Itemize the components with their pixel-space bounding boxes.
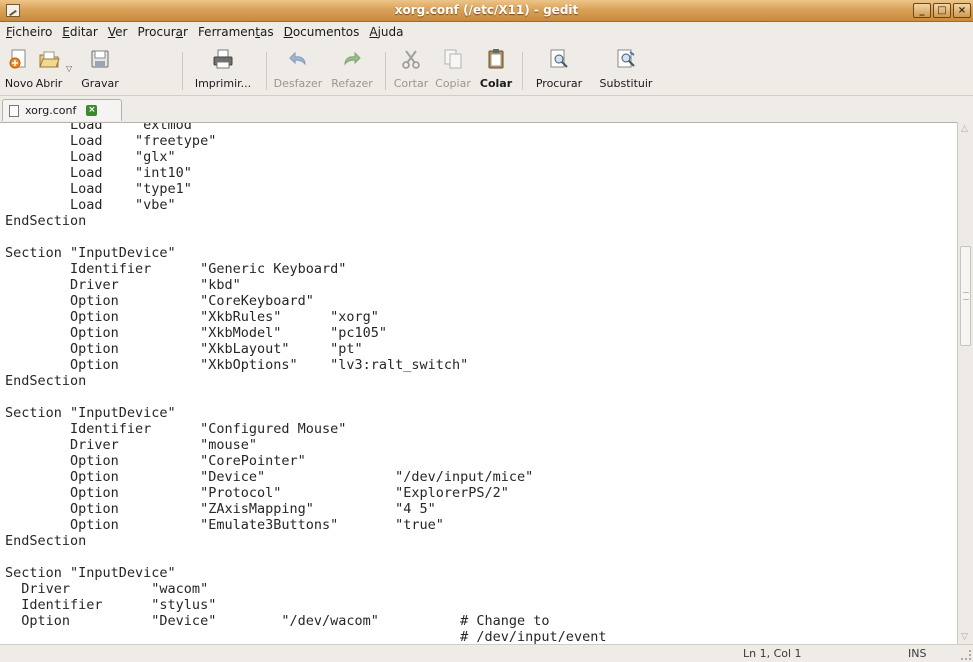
tab-close-icon[interactable]: × — [86, 105, 98, 116]
insert-mode: INS — [908, 647, 927, 660]
clipboard-icon — [485, 48, 507, 70]
code-line: EndSection — [5, 373, 87, 389]
text-file-icon — [9, 104, 19, 117]
code-line: Option "Device" "/dev/input/mice" — [5, 469, 534, 485]
code-line: Driver "kbd" — [5, 277, 241, 293]
toolbar-separator — [182, 52, 183, 90]
code-line: Load "freetype" — [5, 133, 217, 149]
code-line: Option "Device" "/dev/wacom" # Change to — [5, 613, 550, 629]
minimize-button[interactable]: _ — [913, 3, 931, 18]
window-title: xorg.conf (/etc/X11) - gedit — [394, 3, 579, 17]
scrollbar-thumb[interactable] — [960, 246, 971, 346]
status-bar: Ln 1, Col 1 INS — [0, 644, 973, 662]
scrollbar-grip-icon — [963, 292, 969, 300]
code-line: Load "extmod" — [5, 122, 201, 133]
code-line: Option "Protocol" "ExplorerPS/2" — [5, 485, 509, 501]
undo-button[interactable]: Desfazer — [273, 48, 323, 94]
menu-ficheiro[interactable]: Ficheiro — [6, 25, 60, 39]
menu-ajuda[interactable]: Ajuda — [369, 25, 411, 39]
code-line: Option "XkbOptions" "lv3:ralt_switch" — [5, 357, 469, 373]
code-line: Identifier "stylus" — [5, 597, 217, 613]
save-button[interactable]: Gravar — [80, 48, 120, 94]
toolbar-separator — [522, 52, 523, 90]
redo-button[interactable]: Refazer — [327, 48, 377, 94]
undo-arrow-icon — [287, 48, 309, 70]
document-tab-bar: xorg.conf × — [0, 96, 973, 122]
window-controls: _ □ × — [913, 3, 971, 18]
tab-xorg-conf[interactable]: xorg.conf × — [2, 99, 122, 121]
code-line: Load "int10" — [5, 165, 192, 181]
printer-icon — [212, 48, 234, 70]
cursor-position: Ln 1, Col 1 — [743, 647, 802, 660]
code-line: Option "CoreKeyboard" — [5, 293, 314, 309]
vertical-scrollbar[interactable]: △ ▽ — [957, 122, 973, 644]
code-line: Driver "wacom" — [5, 581, 209, 597]
tab-label: xorg.conf — [25, 104, 77, 117]
editor-text[interactable]: Load "extmod" Load "freetype" Load "glx"… — [5, 122, 607, 644]
code-line: Load "type1" — [5, 181, 192, 197]
magnifier-icon — [548, 48, 570, 70]
menu-ver[interactable]: Ver — [108, 25, 136, 39]
paste-button[interactable]: Colar — [477, 48, 515, 94]
code-line: Load "vbe" — [5, 197, 176, 213]
code-line: Load "glx" — [5, 149, 176, 165]
menu-documentos[interactable]: Documentos — [284, 25, 368, 39]
window-titlebar[interactable]: xorg.conf (/etc/X11) - gedit _ □ × — [0, 0, 973, 22]
code-line: Option "Emulate3Buttons" "true" — [5, 517, 444, 533]
menu-bar: Ficheiro Editar Ver Procurar Ferramentas… — [0, 22, 973, 42]
code-line: Section "InputDevice" — [5, 405, 176, 421]
code-line: Option "ZAxisMapping" "4 5" — [5, 501, 436, 517]
save-floppy-icon — [89, 48, 111, 70]
cut-button[interactable]: Cortar — [391, 48, 431, 94]
copy-button[interactable]: Copiar — [433, 48, 473, 94]
maximize-button[interactable]: □ — [933, 3, 951, 18]
code-line: Identifier "Generic Keyboard" — [5, 261, 347, 277]
redo-arrow-icon — [341, 48, 363, 70]
text-editor[interactable]: Load "extmod" Load "freetype" Load "glx"… — [0, 122, 957, 644]
replace-icon — [615, 48, 637, 70]
resize-grip-icon[interactable] — [961, 650, 971, 660]
code-line: EndSection — [5, 213, 87, 229]
code-line: Identifier "Configured Mouse" — [5, 421, 347, 437]
code-line: EndSection — [5, 533, 87, 549]
code-line: Driver "mouse" — [5, 437, 257, 453]
new-document-icon — [8, 48, 30, 70]
scroll-down-arrow-icon[interactable]: ▽ — [961, 632, 968, 642]
code-line: Option "XkbModel" "pc105" — [5, 325, 388, 341]
code-line: Option "XkbRules" "xorg" — [5, 309, 379, 325]
code-line: Option "CorePointer" — [5, 453, 306, 469]
scroll-up-arrow-icon[interactable]: △ — [961, 124, 968, 134]
code-line: Option "XkbLayout" "pt" — [5, 341, 363, 357]
toolbar-separator — [266, 52, 267, 90]
find-button[interactable]: Procurar — [528, 48, 590, 94]
open-button[interactable]: Abrir — [34, 48, 64, 94]
scissors-icon — [400, 48, 422, 70]
print-button[interactable]: Imprimir... — [188, 48, 258, 94]
close-button[interactable]: × — [953, 3, 971, 18]
code-line: # /dev/input/event — [5, 629, 607, 644]
menu-procurar[interactable]: Procurar — [137, 25, 195, 39]
new-button[interactable]: Novo — [4, 48, 34, 94]
menu-editar[interactable]: Editar — [62, 25, 106, 39]
code-line: Section "InputDevice" — [5, 565, 176, 581]
toolbar-separator — [385, 52, 386, 90]
menu-ferramentas[interactable]: Ferramentas — [198, 25, 282, 39]
copy-icon — [442, 48, 464, 70]
code-line: Section "InputDevice" — [5, 245, 176, 261]
open-recent-dropdown-icon[interactable]: ▽ — [66, 64, 72, 73]
main-toolbar: Novo Abrir ▽ Gravar Imprimir... Desfazer… — [0, 44, 973, 96]
open-folder-icon — [38, 48, 60, 70]
replace-button[interactable]: Substituir — [594, 48, 658, 94]
